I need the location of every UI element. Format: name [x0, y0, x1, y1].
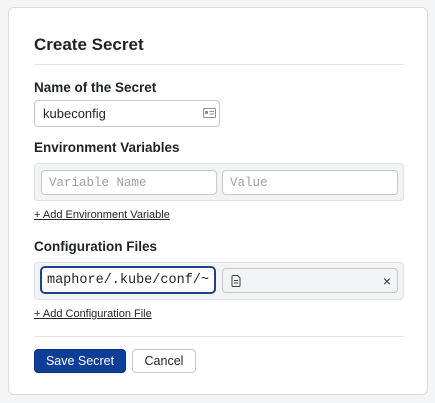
document-icon — [231, 275, 241, 287]
id-card-icon — [203, 108, 216, 118]
env-var-row — [34, 163, 404, 201]
config-files-label: Configuration Files — [34, 239, 157, 254]
variable-name-input[interactable] — [41, 170, 217, 195]
create-secret-dialog: Create Secret Name of the Secret Environ… — [8, 7, 428, 395]
add-env-var-link[interactable]: + Add Environment Variable — [34, 209, 170, 221]
remove-file-icon[interactable]: × — [383, 272, 391, 290]
secret-name-input[interactable] — [34, 100, 220, 127]
file-upload-field[interactable]: × — [222, 268, 398, 293]
secret-name-label: Name of the Secret — [34, 80, 157, 95]
env-vars-label: Environment Variables — [34, 140, 180, 155]
add-config-file-link[interactable]: + Add Configuration File — [34, 308, 152, 320]
cancel-button[interactable]: Cancel — [132, 349, 196, 373]
save-secret-button[interactable]: Save Secret — [34, 349, 126, 373]
config-file-row: × — [34, 262, 404, 300]
file-path-input[interactable] — [40, 266, 216, 294]
dialog-title: Create Secret — [34, 35, 144, 54]
variable-value-input[interactable] — [222, 170, 398, 195]
actions-divider — [34, 336, 404, 337]
title-divider — [34, 64, 404, 65]
